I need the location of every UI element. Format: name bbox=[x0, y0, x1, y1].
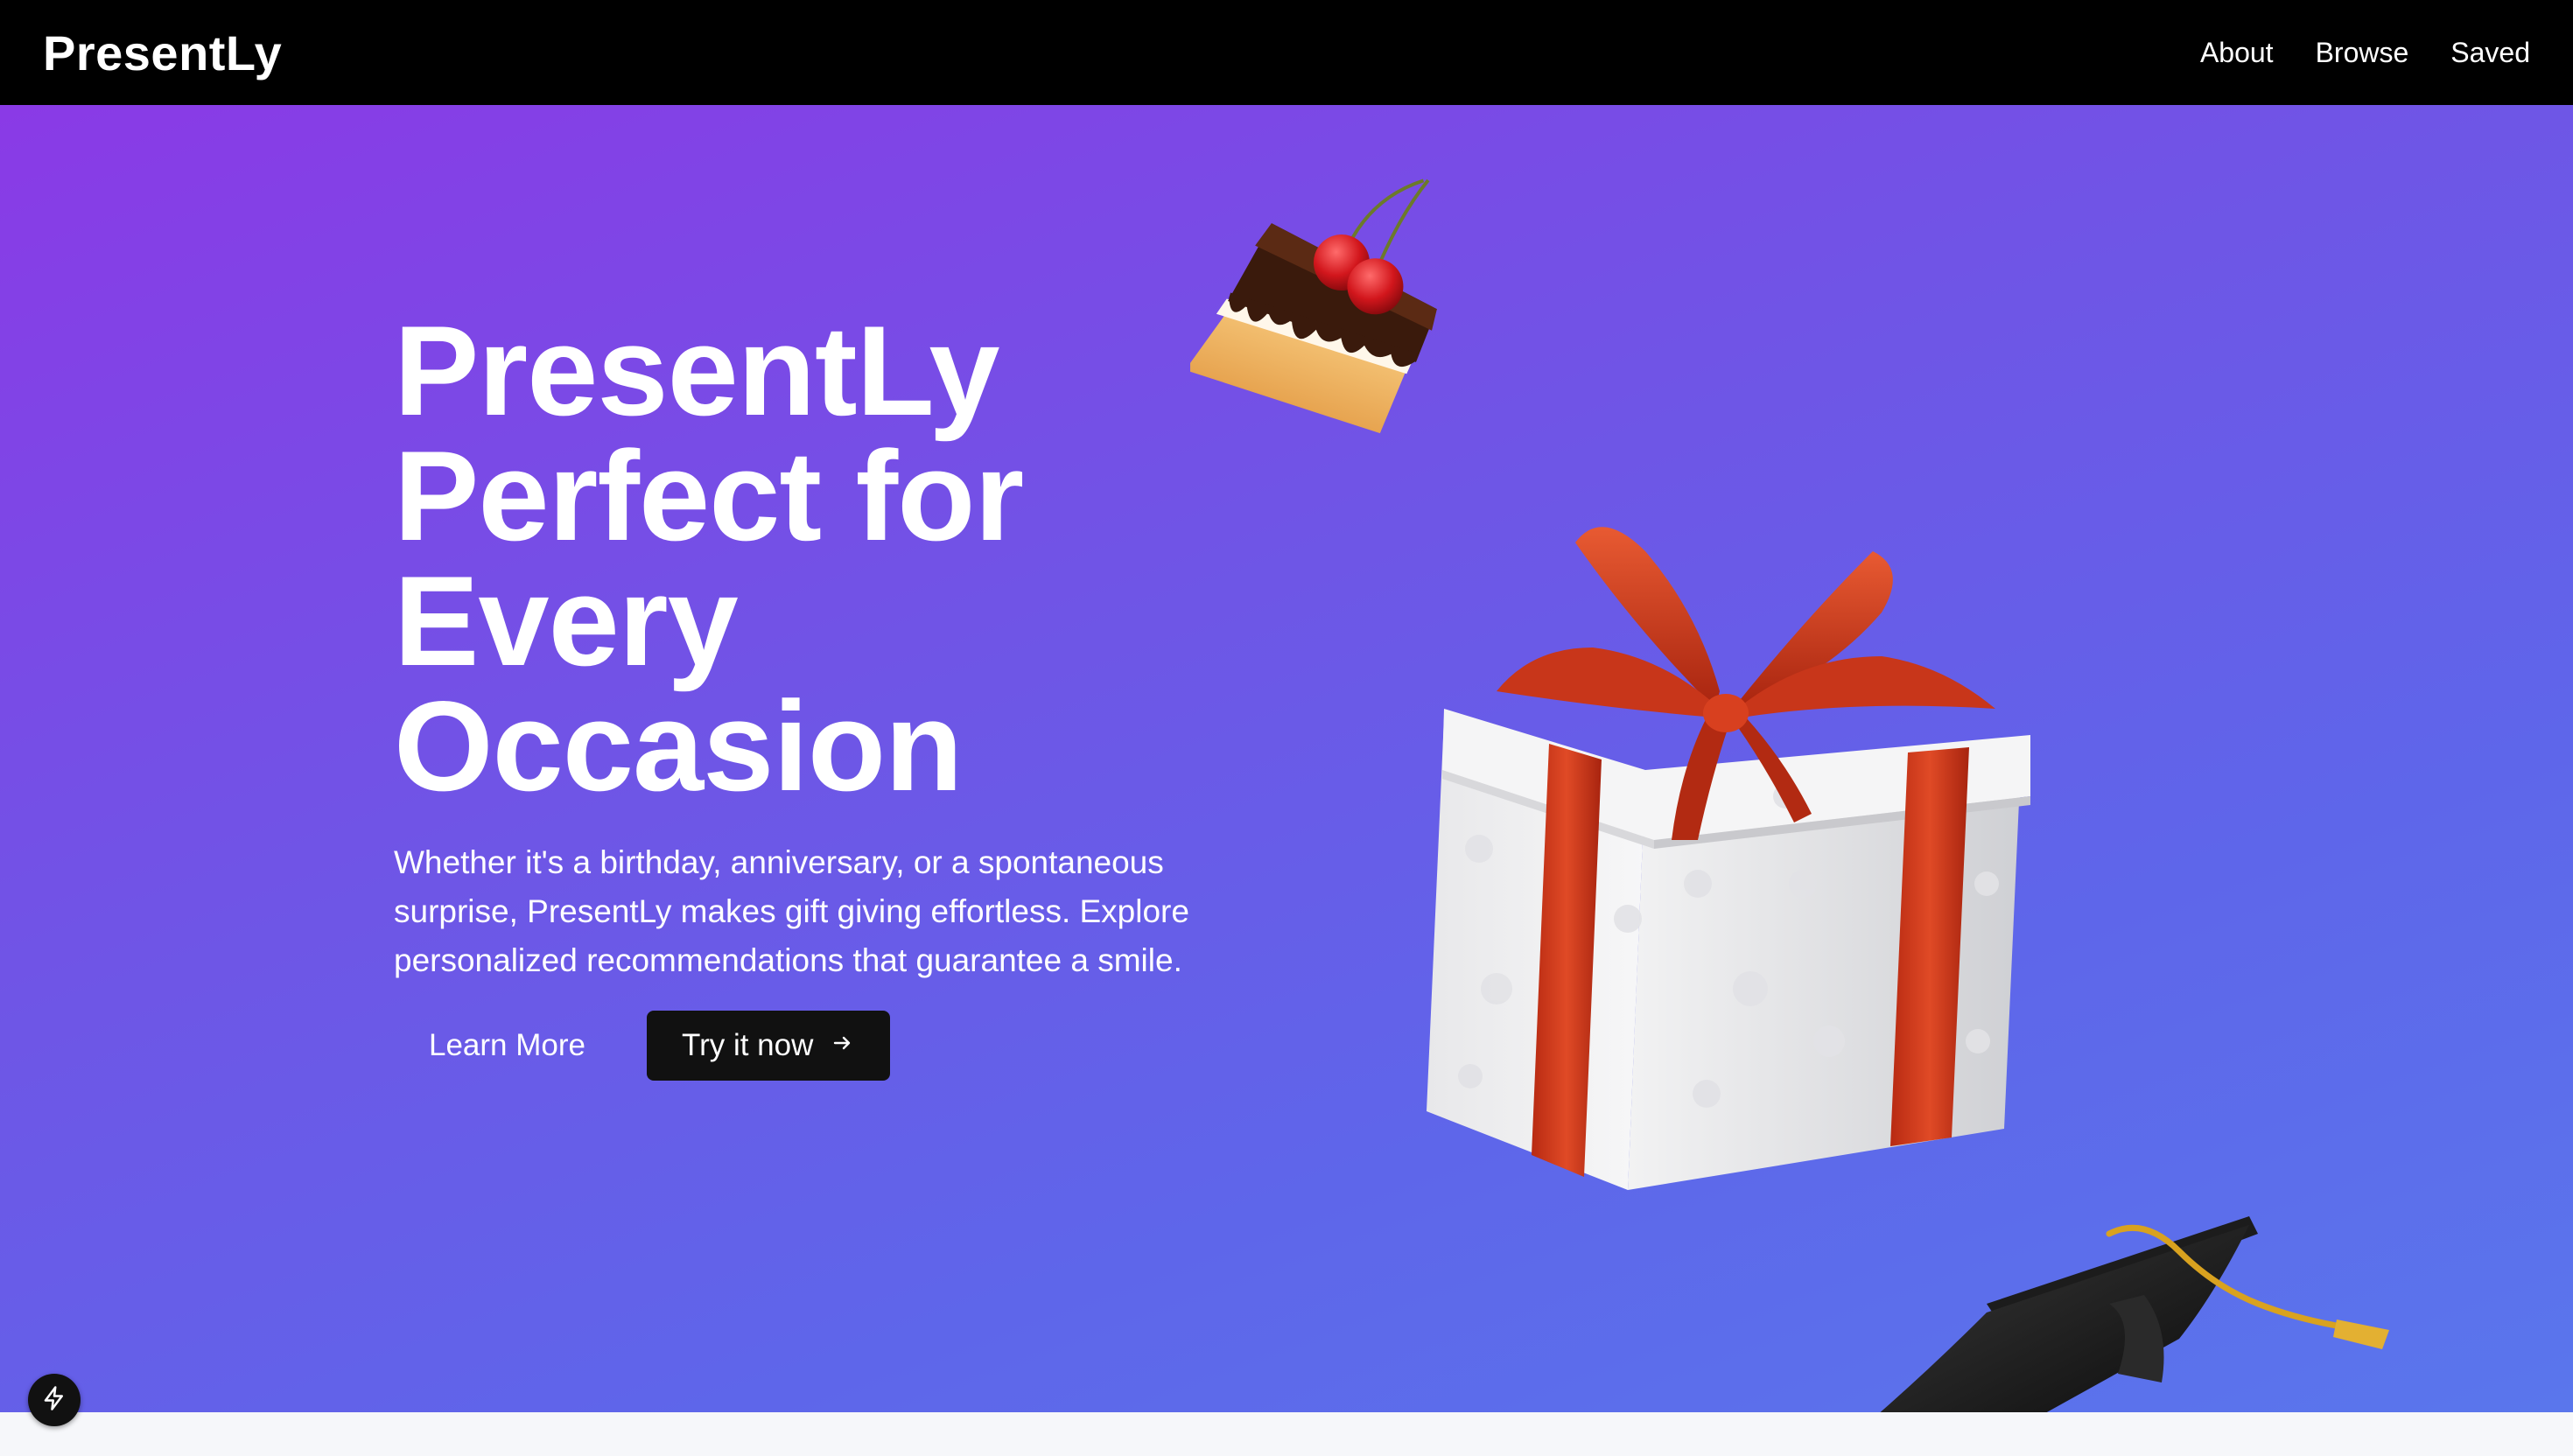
nav-links: About Browse Saved bbox=[2200, 37, 2530, 69]
graduation-cap-illustration bbox=[1880, 1216, 2389, 1412]
hero-description: Whether it's a birthday, anniversary, or… bbox=[394, 844, 1189, 978]
hero-title-line: Every bbox=[394, 550, 739, 692]
brand-logo[interactable]: PresentLy bbox=[43, 24, 282, 81]
gift-box-illustration bbox=[1427, 527, 2030, 1190]
try-it-now-button[interactable]: Try it now bbox=[646, 1011, 891, 1081]
lightning-icon bbox=[41, 1385, 67, 1416]
try-it-now-label: Try it now bbox=[681, 1028, 814, 1062]
nav-link-browse[interactable]: Browse bbox=[2316, 37, 2409, 69]
top-navbar: PresentLy About Browse Saved bbox=[0, 0, 2573, 105]
content-section-top bbox=[0, 1412, 2573, 1456]
hero-section: PresentLy Perfect for Every Occasion Whe… bbox=[0, 105, 2573, 1412]
hero-title: PresentLy Perfect for Every Occasion bbox=[394, 299, 1024, 817]
hero-actions: Learn More Try it now bbox=[394, 1011, 891, 1081]
hero-title-line: PresentLy bbox=[394, 299, 1000, 442]
learn-more-button[interactable]: Learn More bbox=[394, 1011, 620, 1081]
nav-link-about[interactable]: About bbox=[2200, 37, 2274, 69]
hero-title-line: Perfect for bbox=[394, 424, 1024, 567]
arrow-right-icon bbox=[832, 1031, 853, 1060]
cake-slice-illustration bbox=[1190, 178, 1437, 434]
dev-tools-button[interactable] bbox=[28, 1374, 81, 1426]
hero-title-line: Occasion bbox=[394, 675, 963, 817]
page: PresentLy About Browse Saved PresentLy P… bbox=[0, 0, 2573, 1456]
nav-link-saved[interactable]: Saved bbox=[2450, 37, 2530, 69]
